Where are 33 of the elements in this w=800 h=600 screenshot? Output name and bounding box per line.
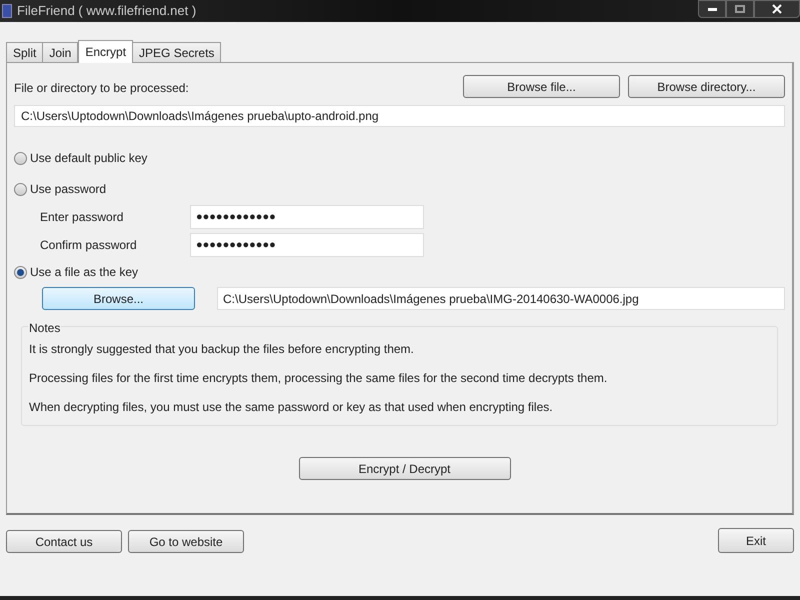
radio-label: Use a file as the key: [30, 264, 138, 281]
radio-button[interactable]: [14, 182, 27, 196]
field-label: Confirm password: [39, 237, 138, 254]
tab[interactable]: Join: [42, 42, 78, 62]
field-label: File or directory to be processed:: [14, 80, 189, 97]
note-text: It is strongly suggested that you backup the files before encrypting them.: [29, 341, 415, 358]
radio-label: Use default public key: [30, 150, 148, 167]
maximize-button[interactable]: [726, 0, 754, 18]
tab[interactable]: Encrypt: [78, 40, 134, 63]
radio-button[interactable]: [14, 152, 27, 164]
browse-button[interactable]: Browse file...: [463, 75, 620, 98]
encrypt-decrypt-button[interactable]: Encrypt / Decrypt: [298, 457, 510, 480]
minimize-button[interactable]: [698, 0, 726, 18]
input-field[interactable]: C:\Users\Uptodown\Downloads\Imágenes prueba\upto-android.png: [14, 105, 785, 127]
input-field[interactable]: C:\Users\Uptodown\Downloads\Imágenes prueba\IMG-20140630-WA0006.jpg: [217, 287, 785, 310]
exit-button[interactable]: Exit: [718, 528, 794, 553]
field-label: Enter password: [39, 209, 124, 226]
radio-label: Use password: [30, 181, 106, 198]
note-text: When decrypting files, you must use the same password or key as that used when encrypting files.: [29, 399, 554, 416]
tab[interactable]: Split: [6, 42, 44, 62]
password-field[interactable]: ●●●●●●●●●●●●: [190, 233, 424, 257]
note-text: Processing files for the first time encrypts them, processing the same files for the second time decrypts them.: [29, 370, 608, 387]
window-title: FileFriend ( www.filefriend.net ): [17, 2, 196, 20]
tab[interactable]: JPEG Secrets: [132, 42, 222, 62]
footer-button[interactable]: Contact us: [6, 530, 122, 553]
close-button[interactable]: [754, 0, 800, 18]
close-icon: [772, 4, 782, 14]
browse-button[interactable]: Browse directory...: [628, 75, 785, 98]
footer-button[interactable]: Go to website: [128, 530, 244, 553]
password-field[interactable]: ●●●●●●●●●●●●: [190, 205, 424, 229]
app-icon: [2, 4, 12, 18]
radio-button[interactable]: [14, 266, 27, 278]
browse-button[interactable]: Browse...: [42, 287, 195, 310]
